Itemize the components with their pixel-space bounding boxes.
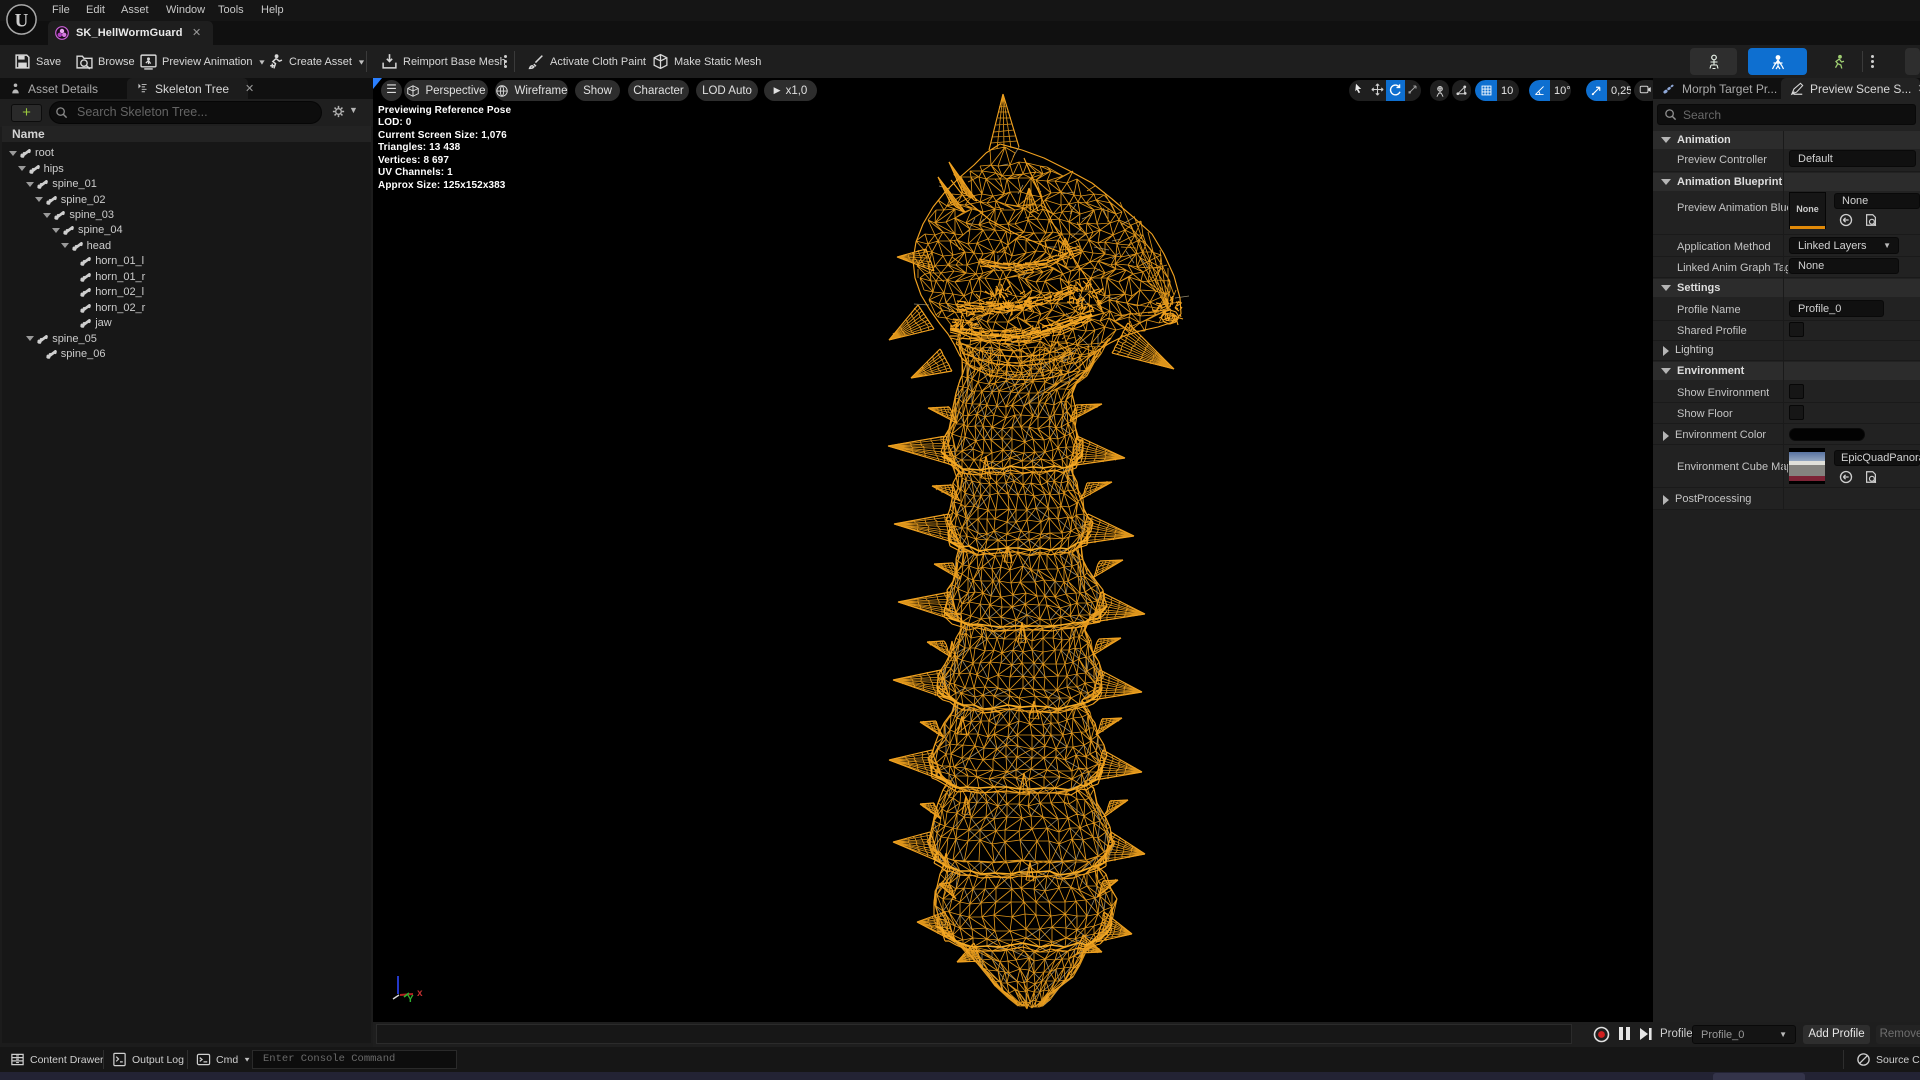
svg-text:x: x — [417, 988, 423, 999]
svg-text:Y: Y — [407, 994, 414, 1005]
svg-text:U: U — [15, 11, 29, 32]
